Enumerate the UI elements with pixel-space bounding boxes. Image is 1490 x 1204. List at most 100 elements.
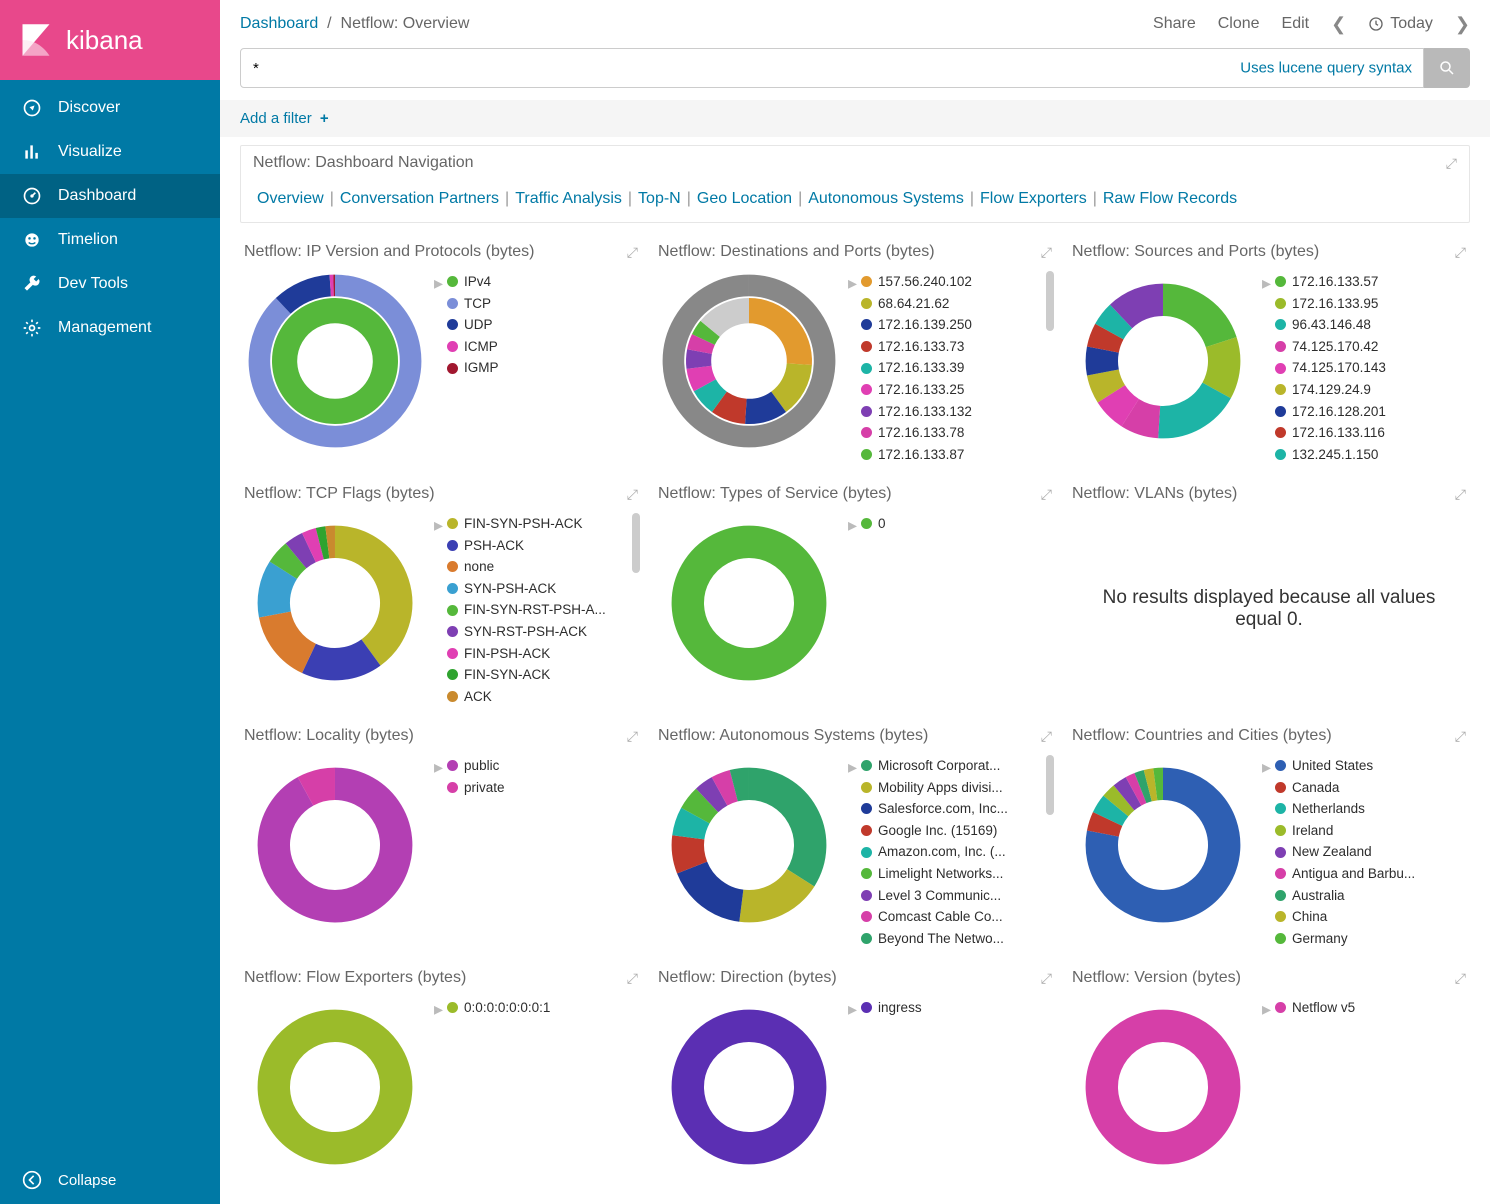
legend-item[interactable]: Australia bbox=[1275, 885, 1470, 907]
legend-collapse-icon[interactable]: ▸ bbox=[848, 515, 857, 709]
donut-chart[interactable] bbox=[240, 513, 430, 709]
expand-icon[interactable]: ⤢ bbox=[1455, 728, 1466, 745]
timepicker-button[interactable]: Today bbox=[1368, 15, 1433, 33]
nav-link-top-n[interactable]: Top-N bbox=[638, 190, 681, 207]
collapse-button[interactable]: Collapse bbox=[0, 1156, 220, 1204]
share-button[interactable]: Share bbox=[1153, 15, 1196, 33]
legend-item[interactable]: 172.16.128.201 bbox=[1275, 401, 1470, 423]
legend-item[interactable]: Comcast Cable Co... bbox=[861, 906, 1056, 928]
search-button[interactable] bbox=[1424, 48, 1470, 88]
legend-item[interactable]: Germany bbox=[1275, 928, 1470, 950]
nav-link-conversation-partners[interactable]: Conversation Partners bbox=[340, 190, 499, 207]
nav-link-flow-exporters[interactable]: Flow Exporters bbox=[980, 190, 1087, 207]
legend-item[interactable]: Ireland bbox=[1275, 820, 1470, 842]
legend-item[interactable]: private bbox=[447, 777, 642, 799]
breadcrumb-root[interactable]: Dashboard bbox=[240, 15, 318, 32]
donut-chart[interactable] bbox=[654, 271, 844, 467]
legend-item[interactable]: 0:0:0:0:0:0:0:1 bbox=[447, 997, 642, 1019]
legend-item[interactable]: Antigua and Barbu... bbox=[1275, 863, 1470, 885]
expand-icon[interactable]: ⤢ bbox=[1041, 244, 1052, 261]
legend-collapse-icon[interactable]: ▸ bbox=[434, 273, 443, 467]
nav-link-geo-location[interactable]: Geo Location bbox=[697, 190, 792, 207]
expand-icon[interactable]: ⤢ bbox=[1455, 486, 1466, 503]
legend-item[interactable]: New Zealand bbox=[1275, 841, 1470, 863]
nav-link-autonomous-systems[interactable]: Autonomous Systems bbox=[808, 190, 964, 207]
legend-item[interactable]: 96.43.146.48 bbox=[1275, 314, 1470, 336]
legend-item[interactable]: TCP bbox=[447, 293, 642, 315]
legend-item[interactable]: 172.16.133.39 bbox=[861, 357, 1056, 379]
legend-item[interactable]: 132.245.1.150 bbox=[1275, 444, 1470, 466]
legend-item[interactable]: ACK bbox=[447, 686, 642, 708]
donut-chart[interactable] bbox=[654, 997, 844, 1193]
legend-collapse-icon[interactable]: ▸ bbox=[434, 999, 443, 1193]
legend-item[interactable]: SYN-PSH-ACK bbox=[447, 578, 642, 600]
expand-icon[interactable]: ⤢ bbox=[1041, 728, 1052, 745]
sidebar-item-timelion[interactable]: Timelion bbox=[0, 218, 220, 262]
legend-item[interactable]: Mobility Apps divisi... bbox=[861, 777, 1056, 799]
donut-chart[interactable] bbox=[1068, 271, 1258, 467]
legend-item[interactable]: 68.64.21.62 bbox=[861, 293, 1056, 315]
time-next-icon[interactable]: ❯ bbox=[1455, 14, 1470, 35]
legend-item[interactable]: PSH-ACK bbox=[447, 535, 642, 557]
sidebar-item-discover[interactable]: Discover bbox=[0, 86, 220, 130]
donut-chart[interactable] bbox=[240, 997, 430, 1193]
legend-item[interactable]: FIN-SYN-RST-PSH-A... bbox=[447, 599, 642, 621]
legend-item[interactable]: none bbox=[447, 556, 642, 578]
legend-item[interactable]: FIN-SYN-PSH-ACK bbox=[447, 513, 642, 535]
expand-icon[interactable]: ⤢ bbox=[627, 486, 638, 503]
legend-item[interactable]: Limelight Networks... bbox=[861, 863, 1056, 885]
expand-icon[interactable]: ⤢ bbox=[627, 970, 638, 987]
expand-icon[interactable]: ⤢ bbox=[627, 244, 638, 261]
legend-item[interactable]: 172.16.133.95 bbox=[1275, 293, 1470, 315]
legend-collapse-icon[interactable]: ▸ bbox=[434, 515, 443, 709]
nav-link-raw-flow-records[interactable]: Raw Flow Records bbox=[1103, 190, 1237, 207]
legend-item[interactable]: Microsoft Corporat... bbox=[861, 755, 1056, 777]
donut-chart[interactable] bbox=[240, 271, 430, 467]
legend-item[interactable]: FIN-PSH-ACK bbox=[447, 643, 642, 665]
legend-item[interactable]: 172.16.133.78 bbox=[861, 422, 1056, 444]
legend-item[interactable]: 172.16.133.57 bbox=[1275, 271, 1470, 293]
legend-collapse-icon[interactable]: ▸ bbox=[1262, 999, 1271, 1193]
legend-scrollbar[interactable] bbox=[1046, 755, 1054, 815]
sidebar-item-management[interactable]: Management bbox=[0, 306, 220, 350]
legend-item[interactable]: China bbox=[1275, 906, 1470, 928]
nav-link-traffic-analysis[interactable]: Traffic Analysis bbox=[515, 190, 622, 207]
donut-chart[interactable] bbox=[654, 755, 844, 951]
legend-collapse-icon[interactable]: ▸ bbox=[848, 999, 857, 1193]
legend-item[interactable]: 74.125.170.42 bbox=[1275, 336, 1470, 358]
legend-item[interactable]: 172.16.133.73 bbox=[861, 336, 1056, 358]
legend-item[interactable]: SYN-RST-PSH-ACK bbox=[447, 621, 642, 643]
donut-chart[interactable] bbox=[654, 513, 844, 709]
legend-item[interactable]: United States bbox=[1275, 755, 1470, 777]
legend-collapse-icon[interactable]: ▸ bbox=[1262, 273, 1271, 467]
legend-item[interactable]: IPv4 bbox=[447, 271, 642, 293]
legend-item[interactable]: 172.16.133.116 bbox=[1275, 422, 1470, 444]
search-input[interactable] bbox=[240, 48, 1424, 88]
legend-item[interactable]: ingress bbox=[861, 997, 1056, 1019]
expand-icon[interactable]: ⤢ bbox=[1455, 970, 1466, 987]
legend-collapse-icon[interactable]: ▸ bbox=[1262, 757, 1271, 951]
sidebar-item-visualize[interactable]: Visualize bbox=[0, 130, 220, 174]
donut-chart[interactable] bbox=[1068, 997, 1258, 1193]
clone-button[interactable]: Clone bbox=[1218, 15, 1260, 33]
add-filter-button[interactable]: Add a filter + bbox=[240, 110, 329, 127]
sidebar-item-dev-tools[interactable]: Dev Tools bbox=[0, 262, 220, 306]
nav-link-overview[interactable]: Overview bbox=[257, 190, 324, 207]
legend-item[interactable]: Level 3 Communic... bbox=[861, 885, 1056, 907]
expand-icon[interactable]: ⤢ bbox=[1041, 486, 1052, 503]
legend-item[interactable]: Google Inc. (15169) bbox=[861, 820, 1056, 842]
legend-item[interactable]: Beyond The Netwo... bbox=[861, 928, 1056, 950]
legend-item[interactable]: FIN-SYN-ACK bbox=[447, 664, 642, 686]
edit-button[interactable]: Edit bbox=[1282, 15, 1310, 33]
legend-item[interactable]: 74.125.170.143 bbox=[1275, 357, 1470, 379]
legend-item[interactable]: 172.16.133.25 bbox=[861, 379, 1056, 401]
legend-item[interactable]: 172.16.133.132 bbox=[861, 401, 1056, 423]
expand-icon[interactable]: ⤢ bbox=[1455, 244, 1466, 261]
legend-item[interactable]: ICMP bbox=[447, 336, 642, 358]
legend-item[interactable]: 157.56.240.102 bbox=[861, 271, 1056, 293]
expand-icon[interactable]: ⤢ bbox=[627, 728, 638, 745]
expand-icon[interactable]: ⤢ bbox=[1041, 970, 1052, 987]
expand-icon[interactable]: ⤢ bbox=[1446, 155, 1457, 172]
legend-item[interactable]: Amazon.com, Inc. (... bbox=[861, 841, 1056, 863]
legend-collapse-icon[interactable]: ▸ bbox=[848, 757, 857, 951]
